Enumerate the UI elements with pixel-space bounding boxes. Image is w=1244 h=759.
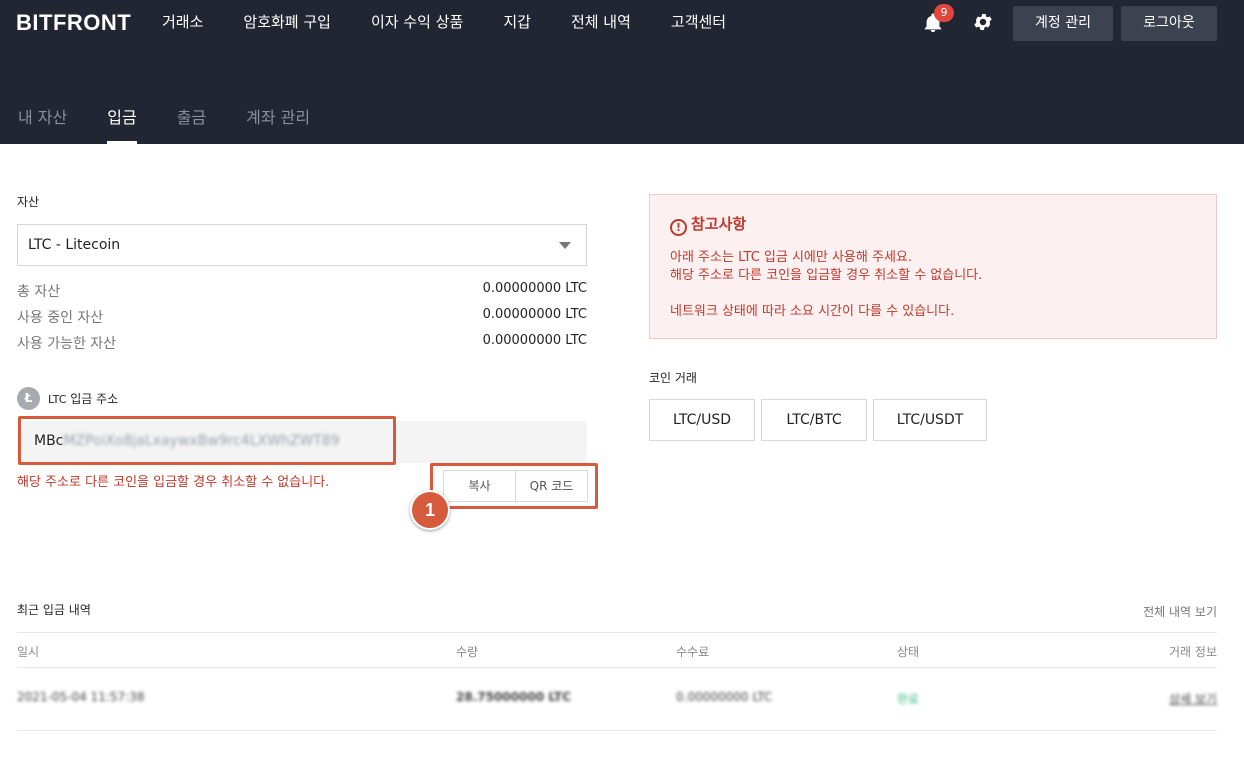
pair-button-ltc-usd[interactable]: LTC/USD [649, 399, 755, 441]
notice-box: ! 참고사항 아래 주소는 LTC 입금 시에만 사용해 주세요. 해당 주소로 … [649, 194, 1217, 339]
balance-label: 사용 가능한 자산 [17, 336, 117, 352]
divider [17, 667, 1217, 668]
asset-select-value: LTC - Litecoin [28, 237, 121, 253]
balance-value: 0.00000000 LTC [482, 307, 587, 322]
gear-icon[interactable] [972, 11, 994, 33]
column-header-amount: 수량 [456, 645, 479, 659]
recent-deposits-title: 최근 입금 내역 [17, 603, 91, 617]
deposit-address-label-text: 입금 주소 [70, 392, 119, 406]
notice-title: ! 참고사항 [670, 213, 746, 236]
tab-deposit[interactable]: 입금 [107, 104, 138, 144]
pair-button-ltc-usdt[interactable]: LTC/USDT [873, 399, 987, 441]
column-header-status: 상태 [897, 645, 920, 659]
top-header: BITFRONT 거래소 암호화폐 구입 이자 수익 상품 지갑 전체 내역 고… [0, 0, 1244, 144]
row-amount: 28.75000000 LTC [456, 690, 571, 704]
nav-wallet[interactable]: 지갑 [503, 12, 531, 32]
tab-account-management[interactable]: 계좌 관리 [246, 104, 310, 144]
divider [17, 730, 1217, 731]
nav-exchange[interactable]: 거래소 [162, 12, 203, 32]
deposit-address-label: LTC 입금 주소 [48, 390, 118, 407]
column-header-fee: 수수료 [676, 645, 710, 659]
balance-row-total: 총 자산 0.00000000 LTC [17, 281, 587, 301]
row-status: 완료 [897, 692, 920, 706]
column-header-info: 거래 정보 [1169, 645, 1217, 659]
notice-title-text: 참고사항 [691, 215, 747, 233]
buttons-highlight-box [430, 463, 598, 509]
sub-tabs: 내 자산 입금 출금 계좌 관리 [18, 104, 350, 144]
litecoin-icon: Ł [17, 387, 40, 410]
notice-line: 아래 주소는 LTC 입금 시에만 사용해 주세요. [670, 250, 912, 265]
row-fee: 0.00000000 LTC [676, 690, 773, 704]
account-settings-button[interactable]: 계정 관리 [1013, 6, 1113, 41]
view-all-history-link[interactable]: 전체 내역 보기 [1143, 603, 1217, 620]
tab-my-assets[interactable]: 내 자산 [18, 104, 67, 144]
brand-logo[interactable]: BITFRONT [16, 10, 131, 36]
coin-trade-label: 코인 거래 [649, 371, 697, 385]
chevron-down-icon [559, 242, 571, 249]
nav-buy-crypto[interactable]: 암호화폐 구입 [243, 12, 331, 32]
address-highlight-box [18, 416, 396, 465]
asset-label: 자산 [17, 195, 40, 209]
divider [17, 632, 1217, 633]
deposit-coin-prefix: LTC [48, 393, 67, 406]
notification-badge: 9 [934, 4, 954, 22]
balance-row-in-use: 사용 중인 자산 0.00000000 LTC [17, 307, 587, 327]
tab-withdraw[interactable]: 출금 [177, 104, 206, 144]
asset-select[interactable]: LTC - Litecoin [17, 224, 587, 266]
pair-button-ltc-btc[interactable]: LTC/BTC [761, 399, 867, 441]
balance-value: 0.00000000 LTC [482, 333, 587, 348]
balance-label: 총 자산 [17, 284, 61, 300]
balance-row-available: 사용 가능한 자산 0.00000000 LTC [17, 333, 587, 353]
notice-line: 해당 주소로 다른 코인을 입금할 경우 취소할 수 없습니다. [670, 268, 983, 283]
step-number-badge: 1 [410, 490, 450, 530]
row-date: 2021-05-04 11:57:38 [17, 690, 145, 704]
nav-interest-products[interactable]: 이자 수익 상품 [371, 12, 463, 32]
exclamation-icon: ! [670, 219, 687, 236]
column-header-date: 일시 [17, 645, 40, 659]
main-nav: 거래소 암호화폐 구입 이자 수익 상품 지갑 전체 내역 고객센터 [162, 12, 766, 32]
nav-support[interactable]: 고객센터 [671, 12, 726, 32]
balance-value: 0.00000000 LTC [482, 281, 587, 296]
row-details-link[interactable]: 상세 보기 [1169, 690, 1217, 707]
logout-button[interactable]: 로그아웃 [1121, 6, 1217, 41]
balance-label: 사용 중인 자산 [17, 310, 104, 326]
notice-line: 네트워크 상태에 따라 소요 시간이 다를 수 있습니다. [670, 304, 955, 319]
nav-history[interactable]: 전체 내역 [571, 12, 631, 32]
deposit-warning: 해당 주소로 다른 코인을 입금할 경우 취소할 수 없습니다. [17, 475, 330, 490]
